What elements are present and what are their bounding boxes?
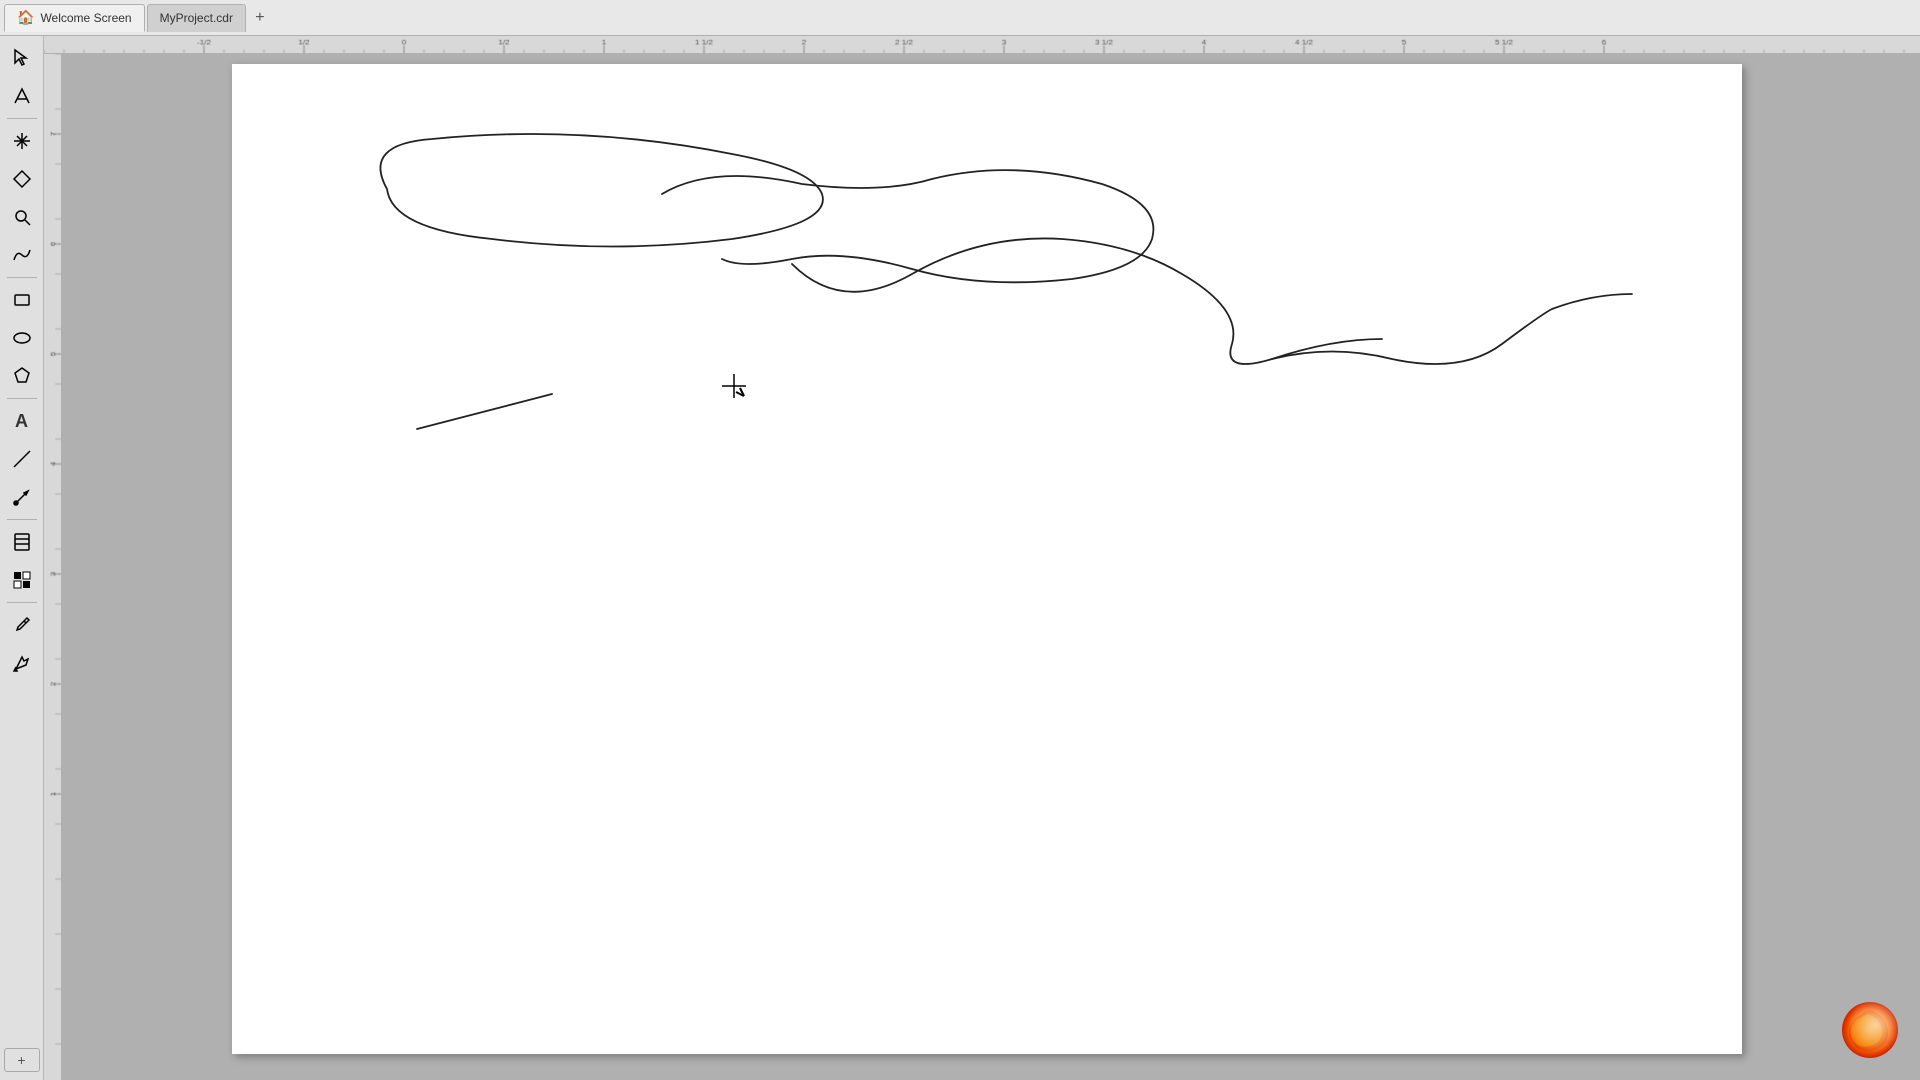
canvas-row [44, 54, 1920, 1080]
title-bar: 🏠 Welcome Screen MyProject.cdr + [0, 0, 1920, 36]
tab-welcome[interactable]: 🏠 Welcome Screen [4, 4, 145, 32]
tab-project[interactable]: MyProject.cdr [147, 4, 246, 32]
ruler-top-canvas [44, 36, 1920, 53]
tab-welcome-label: Welcome Screen [40, 11, 131, 25]
canvas-area [44, 36, 1920, 1080]
toolbar-separator-2 [7, 277, 37, 278]
toolbar-separator-4 [7, 519, 37, 520]
document-page [232, 64, 1742, 1054]
toolbar-separator-1 [7, 118, 37, 119]
add-tab-button[interactable]: + [248, 6, 272, 30]
transform-tool[interactable] [4, 123, 40, 159]
home-icon: 🏠 [17, 9, 34, 26]
fill-tool[interactable] [4, 645, 40, 681]
ruler-top [44, 36, 1920, 54]
add-tool-button[interactable]: + [4, 1048, 40, 1072]
dropper-tool[interactable] [4, 607, 40, 643]
drawing-strokes [232, 64, 1742, 1054]
ellipse-tool[interactable] [4, 320, 40, 356]
left-toolbar: A [0, 36, 44, 1080]
polygon-tool[interactable] [4, 358, 40, 394]
connector-tool[interactable] [4, 479, 40, 515]
page-tool[interactable] [4, 524, 40, 560]
freehand-tool[interactable] [4, 237, 40, 273]
shape-tool[interactable] [4, 161, 40, 197]
node-edit-tool[interactable] [4, 78, 40, 114]
selector-tool[interactable] [4, 40, 40, 76]
line-tool[interactable] [4, 441, 40, 477]
text-tool-label: A [15, 411, 28, 432]
main-layout: A [0, 36, 1920, 1080]
drawing-canvas[interactable] [62, 54, 1920, 1080]
zoom-tool[interactable] [4, 199, 40, 235]
text-tool[interactable]: A [4, 403, 40, 439]
toolbar-separator-5 [7, 602, 37, 603]
ruler-left-canvas [44, 54, 61, 1080]
coreldraw-logo [1840, 1000, 1900, 1060]
checker-tool[interactable] [4, 562, 40, 598]
add-tool-icon: + [17, 1052, 25, 1068]
tab-project-label: MyProject.cdr [160, 11, 233, 25]
rectangle-tool[interactable] [4, 282, 40, 318]
toolbar-separator-3 [7, 398, 37, 399]
ruler-left [44, 54, 62, 1080]
